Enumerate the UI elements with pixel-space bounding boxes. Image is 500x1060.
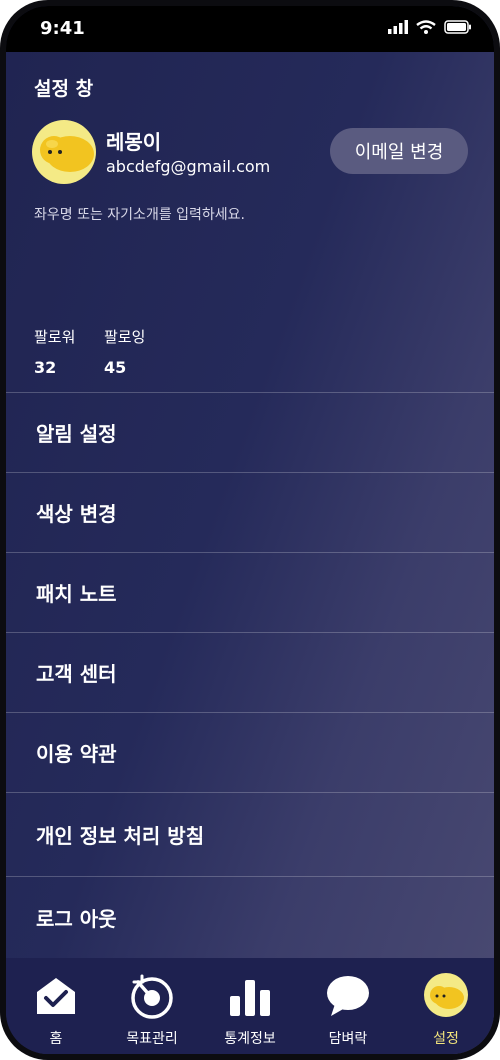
status-icons bbox=[388, 20, 472, 34]
menu-item-label: 로그 아웃 bbox=[36, 907, 117, 931]
menu-item-patch-notes[interactable]: 패치 노트 bbox=[6, 552, 494, 632]
tab-bar: 홈 목표관리 통계정보 담벼락 설정 bbox=[6, 958, 494, 1054]
tab-statistics[interactable]: 통계정보 bbox=[202, 958, 298, 1054]
menu-item-terms-of-use[interactable]: 이용 약관 bbox=[6, 712, 494, 792]
tab-label: 홈 bbox=[49, 1031, 63, 1047]
menu-item-label: 고객 센터 bbox=[36, 662, 117, 686]
settings-screen: 9:41 설정 창 레몽이 abcdefg@gmail.com 이메일 변경 좌… bbox=[6, 6, 494, 1054]
bar-chart-icon bbox=[230, 980, 270, 1016]
phone-frame: 9:41 설정 창 레몽이 abcdefg@gmail.com 이메일 변경 좌… bbox=[0, 0, 500, 1060]
menu-item-label: 패치 노트 bbox=[36, 582, 117, 606]
menu-item-notification-settings[interactable]: 알림 설정 bbox=[6, 392, 494, 472]
menu-item-label: 색상 변경 bbox=[36, 502, 117, 526]
lemon-character-icon bbox=[40, 136, 94, 172]
following-count: 45 bbox=[104, 358, 127, 377]
bio-field[interactable]: 좌우명 또는 자기소개를 입력하세요. bbox=[34, 204, 245, 224]
following-label[interactable]: 팔로잉 bbox=[104, 326, 145, 347]
status-bar: 9:41 bbox=[6, 6, 494, 52]
tab-label: 설정 bbox=[433, 1031, 459, 1047]
notch bbox=[124, 6, 376, 46]
lemon-avatar-icon bbox=[424, 973, 468, 1017]
tab-label: 담벼락 bbox=[328, 1031, 368, 1047]
change-email-button[interactable]: 이메일 변경 bbox=[330, 128, 468, 174]
menu-item-privacy-policy[interactable]: 개인 정보 처리 방침 bbox=[6, 792, 494, 876]
home-check-icon bbox=[37, 978, 75, 1014]
tab-goal-management[interactable]: 목표관리 bbox=[104, 958, 200, 1054]
menu-item-logout[interactable]: 로그 아웃 bbox=[6, 876, 494, 958]
tab-wall[interactable]: 담벼락 bbox=[300, 958, 396, 1054]
username: 레몽이 bbox=[106, 130, 162, 154]
menu-item-customer-center[interactable]: 고객 센터 bbox=[6, 632, 494, 712]
tab-label: 통계정보 bbox=[224, 1031, 276, 1047]
battery-icon bbox=[444, 20, 471, 34]
status-time: 9:41 bbox=[40, 18, 85, 39]
followers-count: 32 bbox=[34, 358, 57, 377]
menu-item-label: 개인 정보 처리 방침 bbox=[36, 824, 205, 848]
followers-label[interactable]: 팔로워 bbox=[34, 326, 75, 347]
tab-home[interactable]: 홈 bbox=[8, 958, 104, 1054]
menu-item-label: 이용 약관 bbox=[36, 742, 117, 766]
tab-settings[interactable]: 설정 bbox=[398, 958, 494, 1054]
menu-item-color-change[interactable]: 색상 변경 bbox=[6, 472, 494, 552]
signal-icon bbox=[388, 20, 408, 34]
wifi-icon bbox=[416, 20, 436, 34]
target-icon bbox=[131, 974, 173, 1019]
page-title: 설정 창 bbox=[34, 78, 94, 100]
user-email: abcdefg@gmail.com bbox=[106, 157, 271, 176]
tab-label: 목표관리 bbox=[126, 1031, 178, 1047]
menu-item-label: 알림 설정 bbox=[36, 422, 117, 446]
chat-bubble-icon bbox=[327, 976, 369, 1016]
avatar[interactable] bbox=[32, 120, 96, 184]
